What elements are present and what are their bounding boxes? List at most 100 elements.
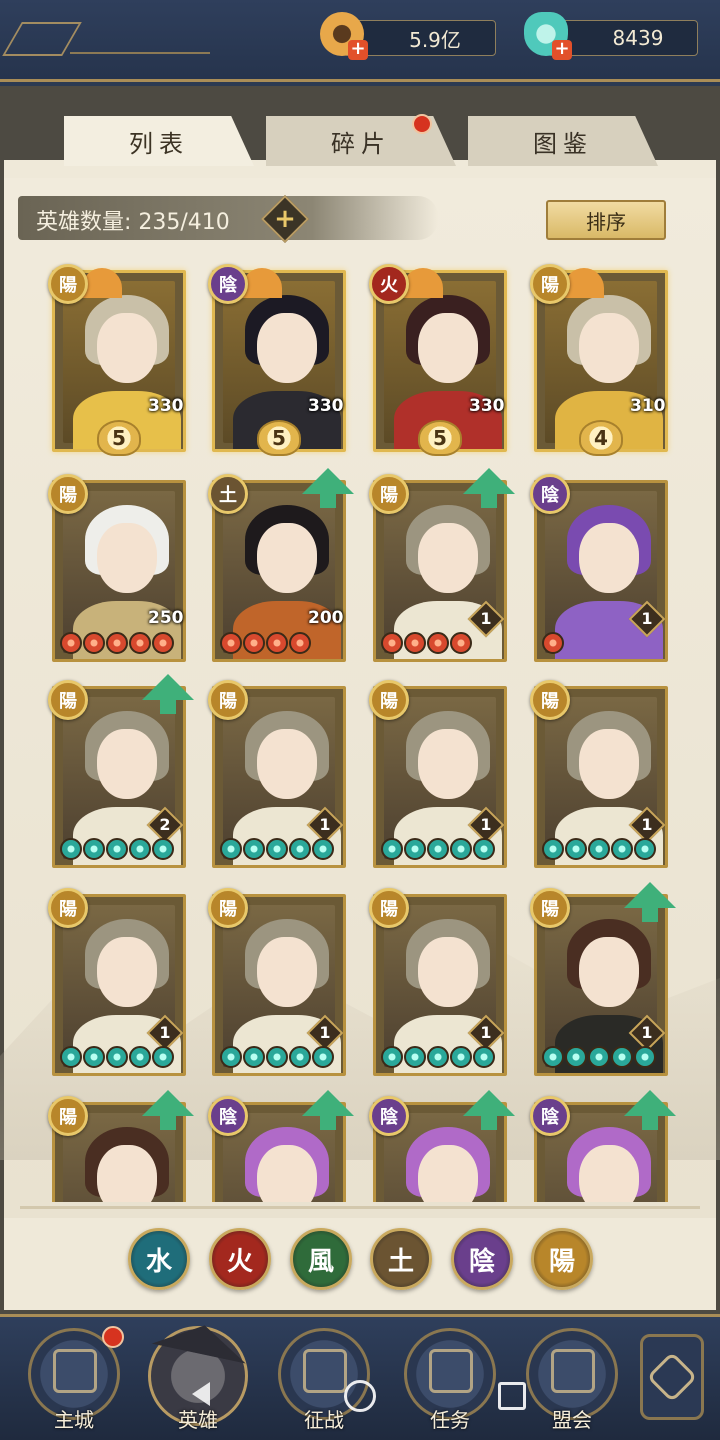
coin-icon[interactable]: + (320, 12, 368, 60)
hero-face (418, 937, 478, 1007)
element-filter-button[interactable]: 陰 (451, 1228, 513, 1290)
teal-gem-icon (289, 1046, 311, 1068)
element-badge: 陽 (208, 680, 248, 720)
teal-gem-icon (381, 838, 403, 860)
sort-button[interactable]: 排序 (546, 200, 666, 240)
tab-codex[interactable]: 图鉴 (468, 116, 658, 166)
awakening-gems (381, 1046, 495, 1068)
pavilion-icon (551, 1349, 595, 1393)
teal-gem-icon (450, 1046, 472, 1068)
upgrade-arrow-icon (302, 1090, 354, 1130)
jade-pouch-icon[interactable]: + (524, 12, 572, 60)
add-jade-button[interactable]: + (552, 40, 572, 60)
element-filter-button[interactable]: 陽 (531, 1228, 593, 1290)
hero-face (97, 523, 157, 593)
hero-face (97, 313, 157, 383)
hero-face (257, 1145, 317, 1202)
hero-face (579, 523, 639, 593)
star-rank-badge: 5 (418, 420, 462, 456)
teal-gem-icon (542, 1046, 564, 1068)
teal-gem-icon (83, 1046, 105, 1068)
red-gem-icon (266, 632, 288, 654)
element-filter-button[interactable]: 土 (370, 1228, 432, 1290)
hero-portrait (63, 491, 181, 659)
hero-face (257, 937, 317, 1007)
system-home-icon[interactable] (344, 1380, 376, 1412)
element-badge: 陰 (208, 264, 248, 304)
red-gem-icon (381, 632, 403, 654)
awakening-gems (542, 1046, 656, 1068)
more-menu-button[interactable] (640, 1334, 704, 1420)
hero-face (418, 313, 478, 383)
red-gem-icon (60, 632, 82, 654)
upgrade-arrow-icon (142, 1090, 194, 1130)
hero-level: 310 (630, 396, 666, 416)
teal-gem-icon (565, 1046, 587, 1068)
red-gem-icon (542, 632, 564, 654)
awakening-gems (381, 632, 472, 654)
teal-gem-icon (129, 1046, 151, 1068)
hero-level: 1 (480, 609, 492, 628)
awakening-gems (220, 632, 311, 654)
awakening-gems (60, 1046, 174, 1068)
hero-face (418, 523, 478, 593)
red-gem-icon (243, 632, 265, 654)
teal-gem-icon (404, 838, 426, 860)
awakening-gems (381, 838, 495, 860)
element-badge: 陽 (530, 680, 570, 720)
red-gem-icon (450, 632, 472, 654)
hero-face (418, 1145, 478, 1202)
divider (70, 52, 210, 54)
upgrade-arrow-icon (624, 882, 676, 922)
hero-face (579, 937, 639, 1007)
element-filter-button[interactable]: 水 (128, 1228, 190, 1290)
element-filter-button[interactable]: 風 (290, 1228, 352, 1290)
teal-gem-icon (634, 1046, 656, 1068)
awakening-gems (542, 632, 564, 654)
teal-gem-icon (83, 838, 105, 860)
nav-label: 任务 (430, 1408, 470, 1432)
hero-face (257, 313, 317, 383)
tab-list[interactable]: 列表 (64, 116, 254, 166)
upgrade-arrow-icon (624, 1090, 676, 1130)
teal-gem-icon (634, 838, 656, 860)
hero-portrait (384, 281, 502, 449)
hero-level: 200 (308, 608, 344, 628)
teal-gem-icon (266, 838, 288, 860)
scroll-icon (429, 1349, 473, 1393)
hero-level: 2 (159, 815, 171, 834)
teal-gem-icon (60, 1046, 82, 1068)
element-badge: 陽 (208, 888, 248, 928)
system-recents-icon[interactable] (498, 1382, 526, 1410)
menu-emblem-icon[interactable] (2, 22, 82, 56)
hero-portrait (63, 281, 181, 449)
hero-face (257, 523, 317, 593)
element-filter-button[interactable]: 火 (209, 1228, 271, 1290)
hero-level: 1 (480, 815, 492, 834)
hero-portrait (223, 281, 341, 449)
element-badge: 陽 (369, 680, 409, 720)
teal-gem-icon (427, 838, 449, 860)
awakening-gems (220, 838, 334, 860)
element-badge: 火 (369, 264, 409, 304)
teal-gem-icon (312, 838, 334, 860)
teal-gem-icon (588, 1046, 610, 1068)
sort-label: 排序 (586, 209, 626, 234)
hero-face (97, 937, 157, 1007)
tab-list-label: 列表 (129, 129, 189, 158)
element-badge: 陽 (48, 474, 88, 514)
upgrade-arrow-icon (302, 468, 354, 508)
red-gem-icon (106, 632, 128, 654)
element-badge: 陽 (530, 264, 570, 304)
system-back-icon[interactable] (192, 1382, 210, 1406)
teal-gem-icon (220, 1046, 242, 1068)
hero-level: 330 (308, 396, 344, 416)
star-rank-badge: 4 (579, 420, 623, 456)
nav-notification-badge (102, 1326, 124, 1348)
add-gold-button[interactable]: + (348, 40, 368, 60)
red-gem-icon (152, 632, 174, 654)
gold-amount: 5.9亿 (409, 27, 461, 52)
element-badge: 陰 (530, 474, 570, 514)
star-rank-badge: 5 (257, 420, 301, 456)
red-gem-icon (404, 632, 426, 654)
